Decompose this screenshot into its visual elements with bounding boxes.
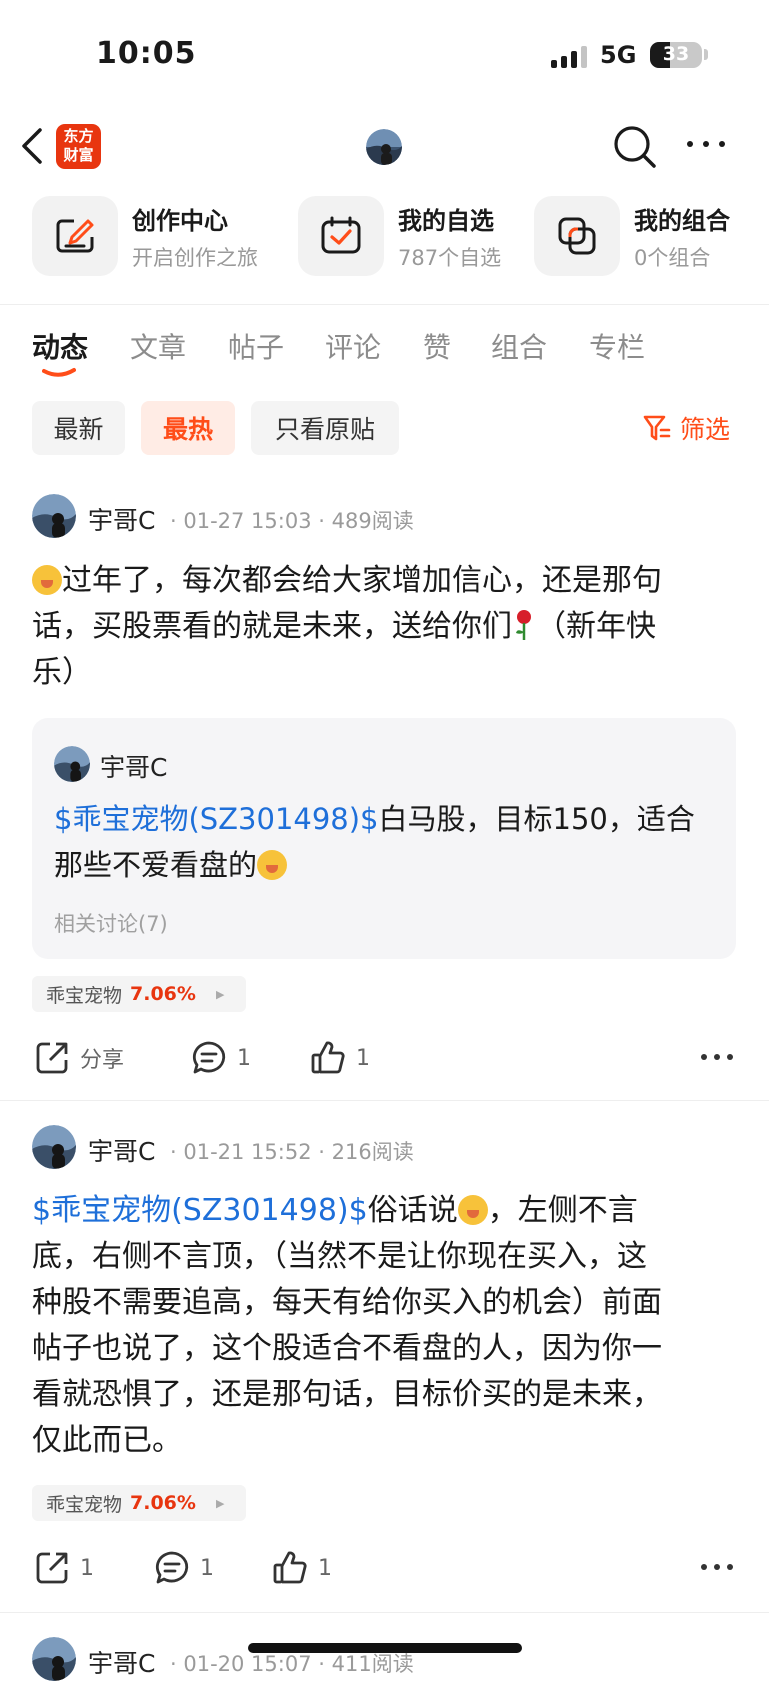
stock-name: 乖宝宠物	[46, 984, 123, 1007]
post-more-icon[interactable]	[700, 1047, 734, 1067]
shortcut-title: 创作中心	[132, 206, 228, 235]
share-count: 1	[80, 1555, 94, 1581]
smile-emoji-icon	[457, 1195, 488, 1225]
avatar[interactable]	[32, 1125, 76, 1169]
home-indicator[interactable]	[248, 1643, 522, 1653]
battery-tip	[704, 49, 708, 60]
tab-portfolios[interactable]: 组合	[491, 326, 547, 366]
post-author[interactable]: 宇哥C	[88, 501, 155, 537]
play-arrow-icon: ▶	[215, 1496, 225, 1510]
stock-change: 7.06%	[130, 1492, 196, 1514]
portfolio-icon	[534, 196, 620, 276]
post-meta: · 01-21 15:52 · 216阅读	[170, 1140, 414, 1164]
section-divider	[0, 304, 769, 305]
comment-icon	[192, 1041, 226, 1074]
thumbs-up-icon	[273, 1551, 307, 1584]
signal-icon	[551, 46, 587, 68]
quoted-text: $乖宝宠物(SZ301498)$白马股，目标150，适合 那些不爱看盘的	[54, 802, 695, 882]
stock-link[interactable]: $乖宝宠物(SZ301498)$	[32, 1193, 368, 1228]
stock-name: 乖宝宠物	[46, 1493, 123, 1516]
thumbs-up-icon	[311, 1041, 345, 1074]
like-button[interactable]: 1	[310, 1038, 370, 1078]
shortcut-title: 我的自选	[398, 206, 494, 235]
share-button[interactable]: 分享	[34, 1038, 124, 1078]
stock-change: 7.06%	[130, 983, 196, 1005]
shortcut-subtitle: 787个自选	[398, 245, 502, 270]
tab-likes[interactable]: 赞	[423, 326, 451, 366]
like-count: 1	[356, 1045, 370, 1071]
filter-original-only[interactable]: 只看原贴	[251, 401, 399, 455]
smile-emoji-icon	[257, 850, 288, 880]
filter-label: 筛选	[680, 415, 731, 444]
comment-icon	[155, 1551, 189, 1584]
play-arrow-icon: ▶	[215, 987, 225, 1001]
filter-newest[interactable]: 最新	[32, 401, 125, 455]
tab-posts[interactable]: 帖子	[228, 326, 284, 366]
active-tab-indicator	[42, 368, 76, 377]
share-label: 分享	[80, 1048, 125, 1073]
stock-link[interactable]: $乖宝宠物(SZ301498)$	[54, 802, 379, 836]
battery-icon: 33	[650, 42, 702, 68]
quoted-post[interactable]: 宇哥C $乖宝宠物(SZ301498)$白马股，目标150，适合 那些不爱看盘的…	[32, 718, 736, 959]
app-logo[interactable]: 东方 财富	[56, 124, 101, 169]
shortcut-creation-center[interactable]: 创作中心 开启创作之旅	[32, 196, 258, 276]
more-icon[interactable]	[684, 134, 728, 154]
post-divider	[0, 1100, 769, 1101]
shortcut-title: 我的组合	[634, 206, 730, 235]
related-discussions[interactable]: 相关讨论(7)	[54, 908, 168, 938]
post-author[interactable]: 宇哥C	[88, 1644, 155, 1680]
avatar[interactable]	[32, 1637, 76, 1681]
like-count: 1	[318, 1555, 332, 1581]
tab-articles[interactable]: 文章	[130, 326, 186, 366]
stock-tag[interactable]: 乖宝宠物 7.06% ▶	[32, 1485, 246, 1521]
rose-emoji-icon	[516, 610, 531, 640]
share-icon	[36, 1042, 68, 1074]
network-type: 5G	[600, 41, 637, 69]
shortcut-row: 创作中心 开启创作之旅 我的自选 787个自选 我的组合 0个组合	[0, 184, 769, 304]
avatar	[54, 746, 90, 782]
edit-icon	[32, 196, 118, 276]
comment-button[interactable]: 1	[154, 1548, 214, 1588]
comment-button[interactable]: 1	[191, 1038, 251, 1078]
smile-emoji-icon	[32, 565, 62, 595]
tab-activity[interactable]: 动态	[32, 326, 88, 366]
filter-button[interactable]: 筛选	[642, 410, 730, 446]
filter-icon	[643, 415, 671, 441]
status-time: 10:05	[96, 36, 197, 71]
avatar[interactable]	[32, 494, 76, 538]
battery-level: 33	[662, 43, 690, 65]
post-body[interactable]: 过年了，每次都会给大家增加信心，还是那句 话，买股票看的就是未来，送给你们 （新年…	[32, 558, 737, 696]
comment-count: 1	[237, 1045, 251, 1071]
tab-columns[interactable]: 专栏	[589, 326, 645, 366]
post-meta: · 01-27 15:03 · 489阅读	[170, 509, 414, 533]
share-icon	[36, 1552, 68, 1584]
shortcut-my-watchlist[interactable]: 我的自选 787个自选	[298, 196, 501, 276]
back-icon[interactable]	[18, 124, 48, 168]
post-more-icon[interactable]	[700, 1557, 734, 1577]
shortcut-my-portfolio[interactable]: 我的组合 0个组合	[534, 196, 730, 276]
share-button[interactable]: 1	[34, 1548, 94, 1588]
shortcut-subtitle: 0个组合	[634, 245, 711, 270]
comment-count: 1	[200, 1555, 214, 1581]
check-icon	[298, 196, 384, 276]
post-body[interactable]: $乖宝宠物(SZ301498)$俗话说 ，左侧不言 底，右侧不言顶，（当然不是让你…	[32, 1188, 737, 1464]
filter-hottest[interactable]: 最热	[141, 401, 235, 455]
profile-avatar[interactable]	[366, 129, 402, 165]
search-icon[interactable]	[612, 124, 658, 170]
tab-comments[interactable]: 评论	[325, 326, 381, 366]
post-divider	[0, 1612, 769, 1613]
quoted-author: 宇哥C	[100, 753, 168, 782]
stock-tag[interactable]: 乖宝宠物 7.06% ▶	[32, 976, 246, 1012]
shortcut-subtitle: 开启创作之旅	[132, 245, 258, 270]
like-button[interactable]: 1	[272, 1548, 332, 1588]
post-author[interactable]: 宇哥C	[88, 1132, 155, 1168]
